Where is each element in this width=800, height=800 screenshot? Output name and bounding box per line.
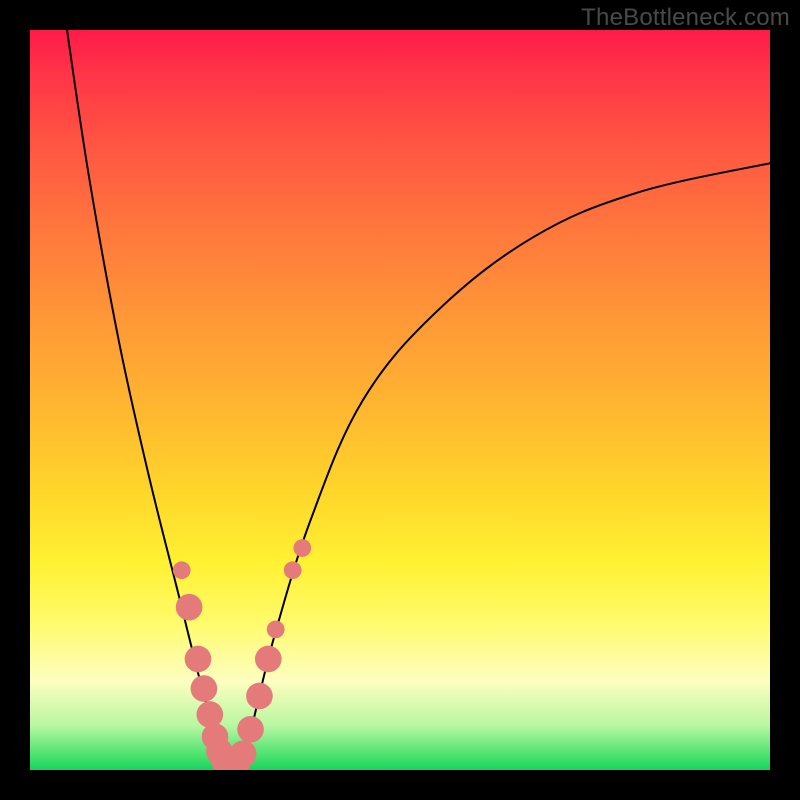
- data-marker: [255, 646, 282, 673]
- data-marker: [237, 716, 264, 743]
- data-marker: [246, 683, 273, 710]
- series-group: [67, 30, 770, 763]
- data-marker: [176, 594, 203, 621]
- curve-layer: [30, 30, 770, 770]
- series-right-arm: [241, 163, 770, 762]
- data-marker: [191, 675, 218, 702]
- data-marker: [267, 621, 285, 639]
- marker-group: [173, 539, 311, 770]
- plot-area: [30, 30, 770, 770]
- data-marker: [230, 740, 257, 767]
- data-marker: [173, 561, 191, 579]
- chart-frame: TheBottleneck.com: [0, 0, 800, 800]
- data-marker: [293, 539, 311, 557]
- data-marker: [197, 701, 224, 728]
- watermark-text: TheBottleneck.com: [581, 4, 790, 32]
- data-marker: [284, 561, 302, 579]
- data-marker: [185, 646, 212, 673]
